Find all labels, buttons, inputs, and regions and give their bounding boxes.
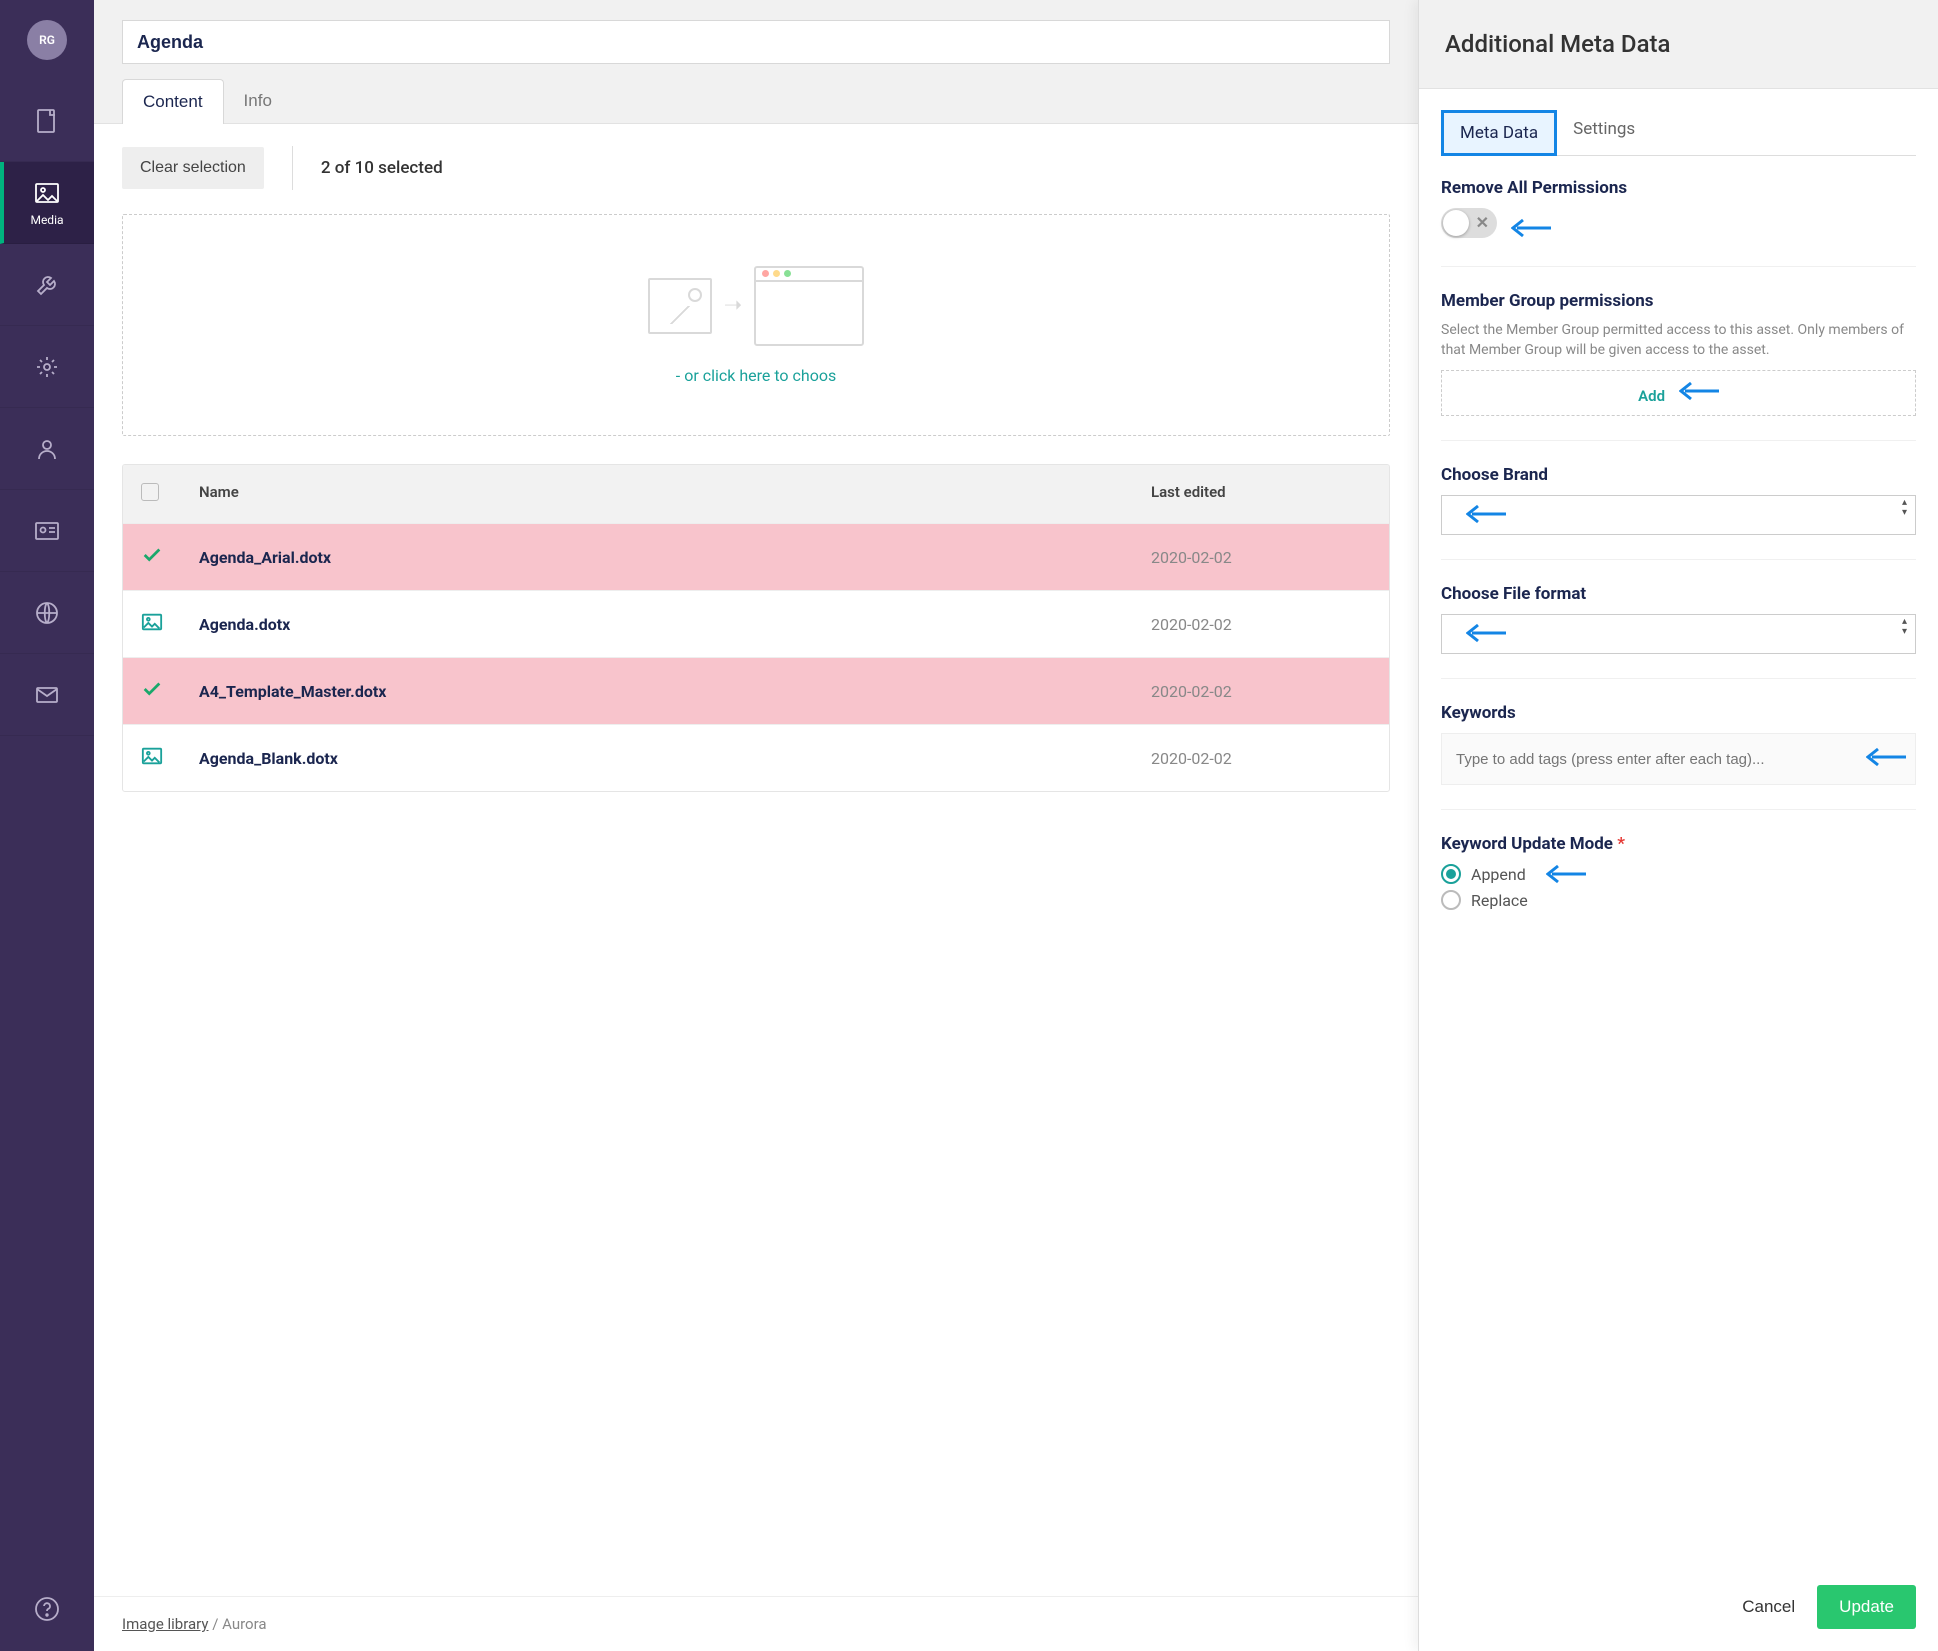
choose-fileformat-label: Choose File format xyxy=(1441,584,1916,604)
tab-content[interactable]: Content xyxy=(122,79,224,124)
breadcrumb: Image library / Aurora xyxy=(122,1615,267,1633)
annotation-arrow xyxy=(1546,864,1586,884)
nav-media[interactable]: Media xyxy=(0,162,94,244)
nav-tools[interactable] xyxy=(0,244,94,326)
table-row[interactable]: Agenda.dotx2020-02-02 xyxy=(123,590,1389,657)
table-row[interactable]: A4_Template_Master.dotx2020-02-02 xyxy=(123,657,1389,724)
file-date: 2020-02-02 xyxy=(1151,682,1371,701)
check-icon xyxy=(141,544,163,566)
table-row[interactable]: Agenda_Arial.dotx2020-02-02 xyxy=(123,523,1389,590)
annotation-arrow xyxy=(1466,623,1506,643)
id-card-icon xyxy=(33,517,61,545)
check-icon xyxy=(141,678,163,700)
file-date: 2020-02-02 xyxy=(1151,548,1371,567)
help-button[interactable] xyxy=(33,1595,61,1627)
grid-header: Name Last edited xyxy=(123,465,1389,523)
panel-title: Additional Meta Data xyxy=(1445,30,1912,58)
keyword-mode-append-label: Append xyxy=(1471,865,1526,884)
keyword-mode-label: Keyword Update Mode * xyxy=(1441,834,1916,854)
selection-count: 2 of 10 selected xyxy=(321,158,443,178)
media-grid: Name Last edited Agenda_Arial.dotx2020-0… xyxy=(122,464,1390,792)
file-date: 2020-02-02 xyxy=(1151,615,1371,634)
choose-fileformat-select[interactable] xyxy=(1441,614,1916,654)
annotation-arrow xyxy=(1866,747,1906,767)
remove-permissions-label: Remove All Permissions xyxy=(1441,178,1916,198)
file-date: 2020-02-02 xyxy=(1151,749,1371,768)
gear-icon xyxy=(33,353,61,381)
select-all-checkbox[interactable] xyxy=(141,483,159,501)
side-panel: Additional Meta Data Meta Data Settings … xyxy=(1418,0,1938,1651)
upload-dropzone[interactable]: ➝ - or click here to choos xyxy=(122,214,1390,436)
image-icon xyxy=(141,611,163,633)
content-tabs: Content Info xyxy=(122,78,1390,123)
choose-brand-label: Choose Brand xyxy=(1441,465,1916,485)
page-title-input[interactable] xyxy=(122,20,1390,64)
nav-content[interactable] xyxy=(0,80,94,162)
table-row[interactable]: Agenda_Blank.dotx2020-02-02 xyxy=(123,724,1389,791)
update-button[interactable]: Update xyxy=(1817,1585,1916,1629)
member-group-add-button[interactable]: Add xyxy=(1441,370,1916,416)
keyword-mode-replace-label: Replace xyxy=(1471,891,1528,910)
tab-info[interactable]: Info xyxy=(224,78,292,123)
annotation-arrow xyxy=(1511,218,1551,238)
choose-brand-select[interactable] xyxy=(1441,495,1916,535)
remove-permissions-toggle[interactable]: ✕ xyxy=(1441,208,1497,238)
image-icon xyxy=(33,179,61,207)
file-name: Agenda_Blank.dotx xyxy=(199,749,1151,768)
panel-tab-metadata[interactable]: Meta Data xyxy=(1441,110,1557,156)
close-icon: ✕ xyxy=(1476,213,1489,232)
annotation-arrow xyxy=(1466,504,1506,524)
keyword-mode-replace-radio[interactable] xyxy=(1441,890,1461,910)
sidebar: RG Media xyxy=(0,0,94,1651)
document-icon xyxy=(33,107,61,135)
image-icon xyxy=(141,745,163,767)
user-icon xyxy=(33,435,61,463)
nav-media-label: Media xyxy=(30,213,63,227)
globe-icon xyxy=(33,599,61,627)
member-group-desc: Select the Member Group permitted access… xyxy=(1441,321,1916,360)
annotation-arrow xyxy=(1679,381,1719,401)
dropzone-illustration: ➝ xyxy=(648,266,864,346)
clear-selection-button[interactable]: Clear selection xyxy=(122,147,264,189)
nav-mail[interactable] xyxy=(0,654,94,736)
cancel-button[interactable]: Cancel xyxy=(1742,1597,1795,1617)
col-name: Name xyxy=(199,483,1151,505)
mail-icon xyxy=(33,681,61,709)
nav-settings[interactable] xyxy=(0,326,94,408)
keywords-input[interactable] xyxy=(1441,733,1916,785)
avatar[interactable]: RG xyxy=(27,20,67,60)
file-name: Agenda.dotx xyxy=(199,615,1151,634)
help-icon xyxy=(33,1595,61,1623)
panel-tab-settings[interactable]: Settings xyxy=(1557,109,1651,155)
dropzone-text: - or click here to choos xyxy=(676,366,836,385)
wrench-icon xyxy=(33,271,61,299)
breadcrumb-current: Aurora xyxy=(222,1615,266,1633)
main: Content Info Clear selection 2 of 10 sel… xyxy=(94,0,1418,1651)
nav-users[interactable] xyxy=(0,408,94,490)
member-group-label: Member Group permissions xyxy=(1441,291,1916,311)
keywords-label: Keywords xyxy=(1441,703,1916,723)
col-last-edited: Last edited xyxy=(1151,483,1371,505)
file-name: Agenda_Arial.dotx xyxy=(199,548,1151,567)
nav-translate[interactable] xyxy=(0,572,94,654)
required-star: * xyxy=(1617,834,1625,854)
keyword-mode-append-radio[interactable] xyxy=(1441,864,1461,884)
nav-members[interactable] xyxy=(0,490,94,572)
divider xyxy=(292,146,293,190)
file-name: A4_Template_Master.dotx xyxy=(199,682,1151,701)
breadcrumb-root[interactable]: Image library xyxy=(122,1615,208,1633)
